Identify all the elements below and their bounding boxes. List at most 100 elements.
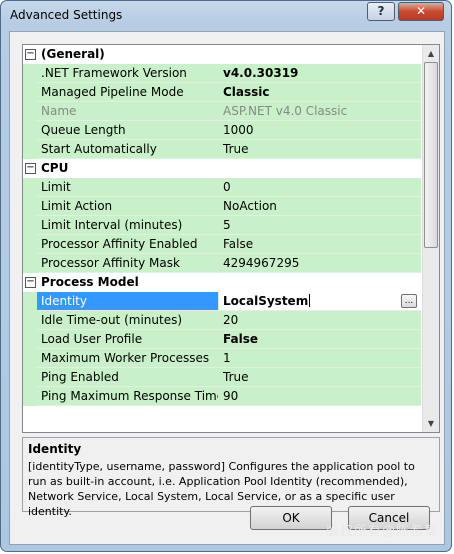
property-name[interactable]: .NET Framework Version — [37, 64, 219, 83]
property-value[interactable]: 20 — [219, 311, 421, 330]
property-name[interactable]: Limit Interval (minutes) — [37, 216, 219, 235]
row-margin — [23, 235, 37, 254]
description-panel: Identity [identityType, username, passwo… — [22, 437, 440, 518]
property-row[interactable]: Limit 0 — [23, 178, 421, 197]
collapse-icon[interactable]: − — [25, 163, 36, 174]
row-margin — [23, 216, 37, 235]
property-row[interactable]: Limit Interval (minutes) 5 — [23, 216, 421, 235]
row-margin — [23, 254, 37, 273]
category-row[interactable]: − (General) — [23, 45, 421, 64]
ok-button[interactable]: OK — [250, 506, 332, 530]
property-value[interactable]: False — [219, 235, 421, 254]
category-row[interactable]: − CPU — [23, 159, 421, 178]
property-row[interactable]: Processor Affinity Mask 4294967295 — [23, 254, 421, 273]
property-grid: − (General) .NET Framework Version v4.0.303… — [22, 44, 440, 433]
property-value-text: False — [223, 237, 254, 251]
property-name[interactable]: Limit Action — [37, 197, 219, 216]
property-row[interactable]: Name ASP.NET v4.0 Classic — [23, 102, 421, 121]
property-value[interactable]: NoAction — [219, 197, 421, 216]
collapse-icon[interactable]: − — [25, 277, 36, 288]
property-value-input[interactable]: LocalSystem... — [219, 292, 421, 311]
property-name[interactable]: Ping Enabled — [37, 368, 219, 387]
property-row[interactable]: Ping Maximum Response Time (s 90 — [23, 387, 421, 406]
row-margin — [23, 330, 37, 349]
property-value-text: NoAction — [223, 199, 277, 213]
row-margin — [23, 311, 37, 330]
property-value-text: 4294967295 — [223, 256, 300, 270]
help-button[interactable]: ? — [367, 2, 395, 21]
property-row[interactable]: Processor Affinity Enabled False — [23, 235, 421, 254]
row-margin — [23, 349, 37, 368]
row-margin — [23, 121, 37, 140]
property-value-text: 20 — [223, 313, 239, 327]
row-margin — [23, 83, 37, 102]
property-rows: − (General) .NET Framework Version v4.0.303… — [23, 45, 421, 406]
property-value-text: 1000 — [223, 123, 254, 137]
property-value[interactable]: 90 — [219, 387, 421, 406]
property-name[interactable]: Idle Time-out (minutes) — [37, 311, 219, 330]
property-value[interactable]: ASP.NET v4.0 Classic — [219, 102, 421, 121]
property-value[interactable]: True — [219, 368, 421, 387]
category-row[interactable]: − Process Model — [23, 273, 421, 292]
description-title: Identity — [28, 442, 82, 456]
property-value-text: Classic — [223, 85, 270, 99]
property-name[interactable]: Queue Length — [37, 121, 219, 140]
property-value[interactable]: True — [219, 140, 421, 159]
property-row[interactable]: Idle Time-out (minutes) 20 — [23, 311, 421, 330]
property-value-text: LocalSystem — [223, 294, 309, 308]
property-value-text: False — [223, 332, 258, 346]
collapse-icon[interactable]: − — [25, 49, 36, 60]
property-name[interactable]: Processor Affinity Mask — [37, 254, 219, 273]
property-value-text: 5 — [223, 218, 231, 232]
scroll-down-arrow-icon[interactable]: ▼ — [423, 415, 439, 432]
property-value-text: v4.0.30319 — [223, 66, 299, 80]
row-margin — [23, 140, 37, 159]
property-name[interactable]: Load User Profile — [37, 330, 219, 349]
property-value[interactable]: Classic — [219, 83, 421, 102]
property-name[interactable]: Start Automatically — [37, 140, 219, 159]
scroll-up-arrow-icon[interactable]: ▲ — [423, 45, 439, 62]
property-row[interactable]: Start Automatically True — [23, 140, 421, 159]
watermark-text: 版权所有@陈希章 — [325, 524, 438, 539]
row-margin — [23, 292, 37, 311]
property-value[interactable]: 1 — [219, 349, 421, 368]
property-value[interactable]: 0 — [219, 178, 421, 197]
property-name[interactable]: Ping Maximum Response Time (s — [37, 387, 219, 406]
text-caret — [309, 294, 311, 307]
category-label: (General) — [41, 47, 105, 61]
property-name[interactable]: Identity — [37, 292, 219, 311]
property-value-text: 1 — [223, 351, 231, 365]
property-value[interactable]: 1000 — [219, 121, 421, 140]
property-value[interactable]: False — [219, 330, 421, 349]
property-name[interactable]: Managed Pipeline Mode — [37, 83, 219, 102]
property-name[interactable]: Processor Affinity Enabled — [37, 235, 219, 254]
property-row[interactable]: Maximum Worker Processes 1 — [23, 349, 421, 368]
property-row[interactable]: Ping Enabled True — [23, 368, 421, 387]
property-row[interactable]: Limit Action NoAction — [23, 197, 421, 216]
row-margin — [23, 387, 37, 406]
property-name[interactable]: Limit — [37, 178, 219, 197]
property-value-text: 0 — [223, 180, 231, 194]
property-value-text: True — [223, 142, 249, 156]
property-row[interactable]: Load User Profile False — [23, 330, 421, 349]
title-bar[interactable]: Advanced Settings ? ✕ — [1, 1, 453, 31]
property-row[interactable]: .NET Framework Version v4.0.30319 — [23, 64, 421, 83]
category-label: CPU — [41, 161, 69, 175]
property-name[interactable]: Maximum Worker Processes — [37, 349, 219, 368]
property-name[interactable]: Name — [37, 102, 219, 121]
property-value-text: True — [223, 370, 249, 384]
property-row[interactable]: Managed Pipeline Mode Classic — [23, 83, 421, 102]
browse-ellipsis-button[interactable]: ... — [401, 294, 417, 308]
row-margin — [23, 64, 37, 83]
property-row[interactable]: Identity LocalSystem... — [23, 292, 421, 311]
property-value[interactable]: 5 — [219, 216, 421, 235]
close-button[interactable]: ✕ — [398, 2, 444, 21]
vertical-scrollbar[interactable]: ▲ ▼ — [422, 45, 439, 432]
property-row[interactable]: Queue Length 1000 — [23, 121, 421, 140]
row-margin — [23, 368, 37, 387]
property-value-text: ASP.NET v4.0 Classic — [223, 104, 348, 118]
scroll-thumb[interactable] — [424, 62, 438, 248]
property-value[interactable]: v4.0.30319 — [219, 64, 421, 83]
property-value[interactable]: 4294967295 — [219, 254, 421, 273]
row-margin — [23, 102, 37, 121]
